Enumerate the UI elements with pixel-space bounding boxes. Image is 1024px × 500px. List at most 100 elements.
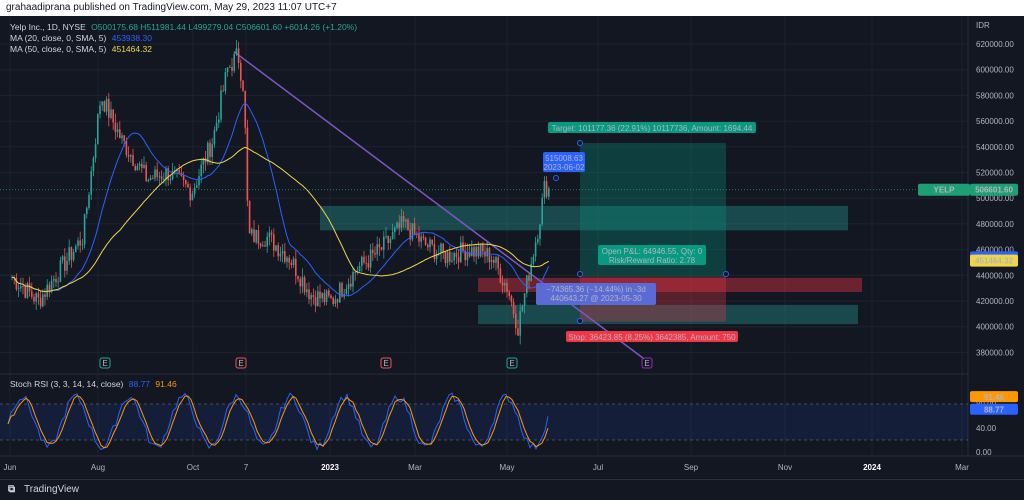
open-pl-label-text: Open P&L: 64946.55, Qty: 0 (602, 247, 703, 256)
range-measure-text: 440643.27 @ 2023-05-30 (550, 294, 642, 303)
candle-body (519, 311, 521, 336)
candle-body (83, 214, 86, 245)
candle-body (411, 223, 414, 240)
candle-body (376, 244, 378, 255)
candle-body (57, 281, 59, 283)
candle-body (70, 247, 73, 260)
candle-body (169, 179, 172, 181)
rsi-k-tag: 88.77 (984, 406, 1005, 415)
earnings-marker-label: E (644, 359, 649, 368)
candle-body (222, 90, 224, 92)
candle-body (163, 179, 165, 180)
candle-body (99, 105, 101, 115)
candle-body (270, 232, 273, 235)
candle-body (141, 163, 143, 168)
candle-body (539, 224, 541, 239)
rsi-tick-label: 0.00 (976, 448, 992, 457)
candle-body (64, 256, 66, 271)
time-tick-label: Oct (187, 463, 200, 472)
candle-body (182, 175, 185, 181)
time-tick-label: Mar (408, 463, 422, 472)
candle-body (224, 72, 227, 92)
candle-body (149, 177, 152, 180)
rsi-tick-label: 40.00 (976, 424, 997, 433)
candle-body (90, 170, 92, 195)
candle-body (418, 234, 420, 242)
price-tick-label: 620000.00 (976, 40, 1014, 49)
candle-body (37, 293, 40, 298)
candle-body (213, 130, 216, 145)
candle-body (136, 166, 139, 171)
candle-body (61, 256, 64, 261)
candle-body (94, 144, 97, 159)
candle-body (517, 328, 519, 336)
candle-body (433, 244, 436, 260)
candle-body (143, 164, 145, 168)
candle-body (86, 207, 88, 215)
footer-brand: TradingView (24, 484, 80, 495)
candle-body (488, 248, 491, 263)
candle-body (501, 282, 504, 286)
candle-body (532, 256, 535, 264)
candle-body (244, 90, 246, 128)
ma50-value: 451464.32 (111, 44, 152, 54)
candle-body (262, 245, 264, 247)
price-tick-label: 600000.00 (976, 66, 1014, 75)
candle-body (339, 283, 341, 303)
candle-body (33, 296, 35, 302)
candle-body (215, 122, 218, 131)
candle-body (323, 293, 326, 303)
symbol-legend: Yelp Inc., 1D, NYSE O500175.68 H511981.4… (10, 22, 357, 32)
candle-body (372, 249, 374, 253)
candle-body (39, 297, 42, 307)
candle-body (310, 295, 312, 300)
candle-body (466, 252, 469, 261)
rsi-label: Stoch RSI (3, 3, 14, 14, close) (10, 379, 124, 389)
candle-body (209, 142, 211, 157)
candle-body (55, 278, 57, 283)
candle-body (125, 140, 128, 155)
candle-body (119, 129, 121, 139)
candle-body (229, 66, 231, 68)
candle-body (510, 296, 513, 302)
price-callout-text: 515008.63 (545, 154, 583, 163)
candle-body (240, 62, 242, 81)
candle-body (191, 193, 194, 201)
candle-body (134, 165, 136, 171)
candle-body (380, 247, 383, 250)
price-chart[interactable]: 620000.00 600000.00 580000.00 560000.00 5400… (0, 16, 1024, 479)
rsi-band (0, 404, 968, 440)
ma50-legend: MA (50, close, 0, SMA, 5) 451464.32 (10, 44, 152, 54)
candle-body (352, 272, 354, 287)
time-tick-label: Aug (91, 463, 105, 472)
chart-area[interactable]: 620000.00 600000.00 580000.00 560000.00 5400… (0, 16, 1024, 479)
candle-body (303, 277, 306, 293)
candle-body (235, 48, 238, 54)
candle-body (457, 256, 460, 263)
stop-label-text: Stop: 36423.85 (8.25%) 3642385, Amount: … (568, 333, 736, 342)
candle-body (358, 266, 361, 272)
candle-body (79, 240, 81, 246)
candle-body (198, 176, 200, 186)
candle-body (218, 119, 220, 123)
last-symbol-tag: YELP (934, 186, 956, 195)
candle-body (497, 257, 499, 269)
candle-body (402, 216, 405, 222)
candle-body (312, 295, 315, 298)
drawing-handle (577, 271, 583, 277)
candle-body (255, 229, 257, 243)
candle-body (24, 286, 26, 298)
earnings-marker-label: E (383, 359, 388, 368)
symbol-name: Yelp Inc., 1D, NYSE (10, 22, 86, 32)
candle-body (319, 291, 321, 299)
candle-body (330, 295, 332, 298)
candle-body (295, 258, 297, 276)
candle-body (264, 245, 266, 247)
range-measure-text: −74365.36 (−14.44%) in -3d (546, 285, 646, 294)
last-price-tag: 506601.60 (975, 186, 1013, 195)
candle-body (394, 227, 396, 233)
candle-body (248, 200, 251, 234)
candle-body (385, 235, 387, 237)
candle-body (306, 289, 308, 293)
candle-body (121, 135, 123, 139)
